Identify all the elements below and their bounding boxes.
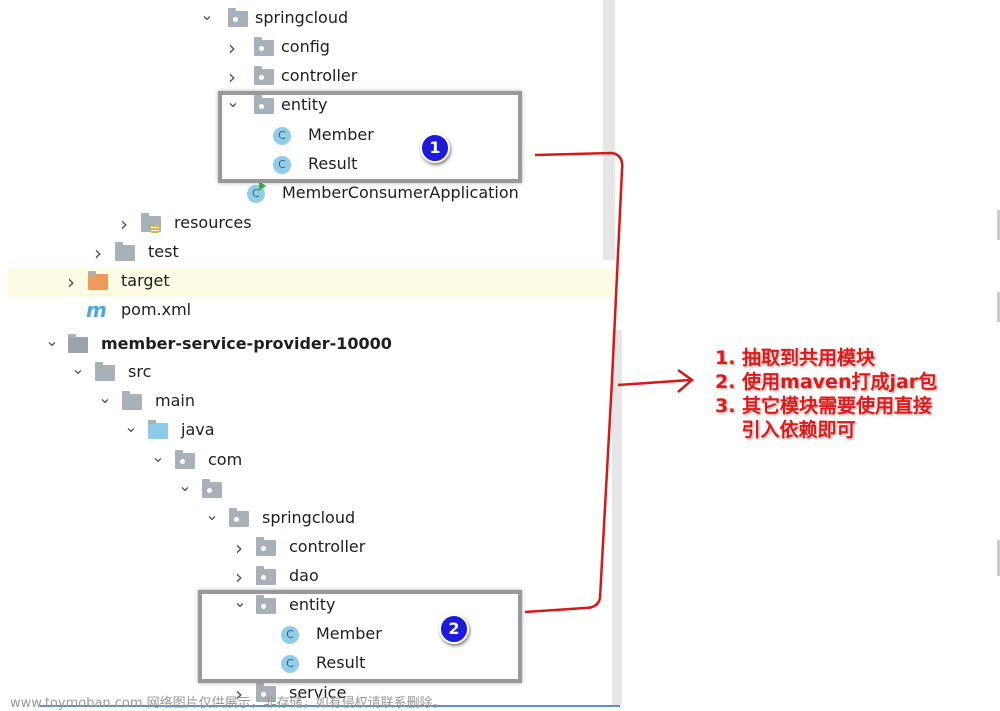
watermark: www.toymoban.com 网络图片仅供展示，非存储，如有侵权请联系删除。 (10, 696, 446, 711)
arrow-line (617, 378, 691, 387)
annotation-line-1: 1. 抽取到共用模块 (715, 347, 876, 369)
annotation-text: 1. 抽取到共用模块 2. 使用maven打成jar包 3. 其它模块需要使用直… (715, 346, 937, 442)
bracket-line (524, 151, 624, 614)
annotation-line-2: 2. 使用maven打成jar包 (715, 371, 938, 393)
annotation-line-4: 引入依赖即可 (715, 419, 856, 441)
annotation-line-3: 3. 其它模块需要使用直接 (715, 395, 933, 417)
